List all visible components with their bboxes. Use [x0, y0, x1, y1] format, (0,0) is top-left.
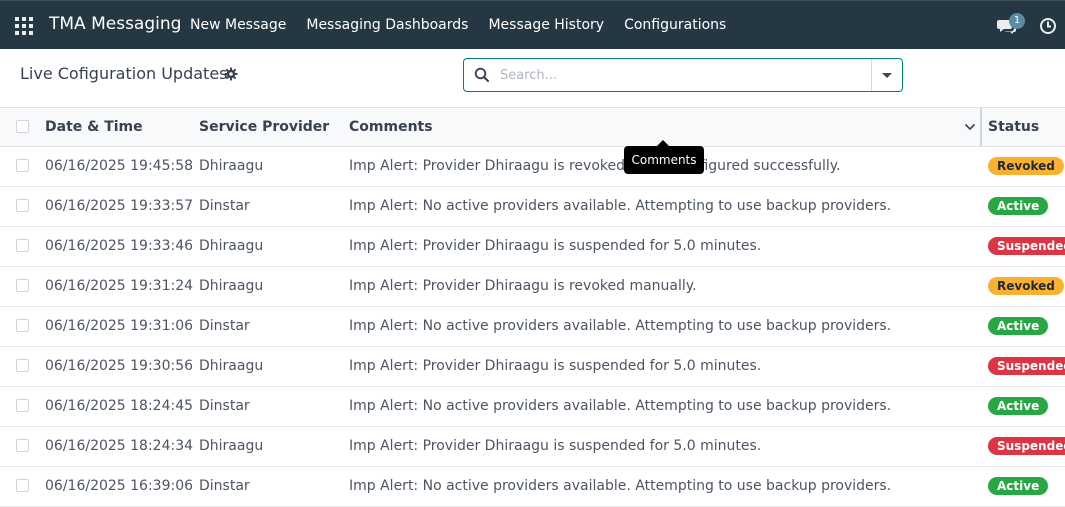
row-checkbox[interactable]: [16, 199, 29, 212]
row-checkbox[interactable]: [16, 439, 29, 452]
cell-comment: Imp Alert: Provider Dhiraagu is suspende…: [349, 238, 762, 254]
cell-date: 06/16/2025 18:24:34: [45, 438, 194, 454]
search-bar: [463, 58, 903, 92]
main-menu: New Message Messaging Dashboards Message…: [180, 1, 736, 50]
table-row[interactable]: 06/16/2025 18:24:45 Dinstar Imp Alert: No …: [0, 387, 1065, 427]
cell-status: Suspended: [988, 227, 1065, 265]
status-badge: Active: [988, 397, 1049, 415]
cell-provider: Dhiraagu: [199, 358, 264, 374]
cell-provider: Dhiraagu: [199, 278, 264, 294]
row-checkbox[interactable]: [16, 159, 29, 172]
cell-provider: Dhiraagu: [199, 238, 264, 254]
apps-grid-icon[interactable]: [15, 17, 33, 35]
column-header-status[interactable]: Status: [988, 108, 1039, 146]
column-header-date[interactable]: Date & Time: [45, 108, 143, 146]
cell-status: Revoked: [988, 267, 1064, 305]
cell-comment: Imp Alert: No active providers available…: [349, 398, 892, 414]
cell-status: Active: [988, 307, 1049, 345]
cell-status: Active: [988, 387, 1049, 425]
cell-comment: Imp Alert: No active providers available…: [349, 198, 892, 214]
cell-date: 06/16/2025 19:33:57: [45, 198, 194, 214]
status-badge: Suspended: [988, 357, 1065, 375]
row-checkbox[interactable]: [16, 479, 29, 492]
clock-icon[interactable]: [1039, 17, 1057, 35]
cell-date: 06/16/2025 19:31:06: [45, 318, 194, 334]
menu-new-message[interactable]: New Message: [180, 1, 296, 50]
row-checkbox[interactable]: [16, 239, 29, 252]
page-title: Live Cofiguration Updates: [20, 64, 228, 83]
select-all-checkbox[interactable]: [16, 120, 29, 133]
table-row[interactable]: 06/16/2025 18:24:34 Dhiraagu Imp Alert: Pr…: [0, 427, 1065, 467]
cell-provider: Dinstar: [199, 318, 250, 334]
cell-date: 06/16/2025 19:33:46: [45, 238, 194, 254]
status-badge: Suspended: [988, 237, 1065, 255]
row-checkbox[interactable]: [16, 279, 29, 292]
search-input[interactable]: [500, 64, 870, 86]
cell-provider: Dinstar: [199, 398, 250, 414]
top-navbar: TMA Messaging New Message Messaging Dash…: [0, 0, 1065, 49]
cell-date: 06/16/2025 19:45:58: [45, 158, 194, 174]
menu-messaging-dashboards[interactable]: Messaging Dashboards: [296, 1, 478, 50]
cell-status: Active: [988, 187, 1049, 225]
table-row[interactable]: 06/16/2025 19:31:06 Dinstar Imp Alert: No …: [0, 307, 1065, 347]
cell-status: Suspended: [988, 427, 1065, 465]
app-brand[interactable]: TMA Messaging: [49, 14, 181, 34]
table-body: 06/16/2025 19:45:58 Dhiraagu Imp Alert: Pr…: [0, 147, 1065, 507]
tooltip: Comments: [624, 140, 704, 174]
cell-date: 06/16/2025 18:24:45: [45, 398, 194, 414]
status-badge: Revoked: [988, 157, 1064, 175]
column-header-comments[interactable]: Comments: [349, 108, 433, 146]
status-badge: Active: [988, 197, 1049, 215]
cell-status: Suspended: [988, 347, 1065, 385]
status-badge: Suspended: [988, 437, 1065, 455]
cell-comment: Imp Alert: Provider Dhiraagu is suspende…: [349, 358, 762, 374]
cell-date: 06/16/2025 16:39:06: [45, 478, 194, 494]
search-icon: [474, 67, 489, 82]
table-row[interactable]: 06/16/2025 19:30:56 Dhiraagu Imp Alert: Pr…: [0, 347, 1065, 387]
chevron-down-icon[interactable]: [964, 122, 976, 132]
cell-comment: Imp Alert: No active providers available…: [349, 318, 892, 334]
list-view-table: Date & Time Service Provider Comments St…: [0, 107, 1065, 507]
column-header-provider[interactable]: Service Provider: [199, 108, 329, 146]
status-badge: Revoked: [988, 277, 1064, 295]
row-checkbox[interactable]: [16, 399, 29, 412]
cell-provider: Dinstar: [199, 478, 250, 494]
cell-provider: Dhiraagu: [199, 438, 264, 454]
status-badge: Active: [988, 317, 1049, 335]
row-checkbox[interactable]: [16, 359, 29, 372]
column-resize-handle[interactable]: [980, 108, 982, 146]
gear-icon[interactable]: [224, 67, 238, 81]
cell-provider: Dhiraagu: [199, 158, 264, 174]
table-row[interactable]: 06/16/2025 19:33:57 Dinstar Imp Alert: No …: [0, 187, 1065, 227]
table-row[interactable]: 06/16/2025 19:45:58 Dhiraagu Imp Alert: Pr…: [0, 147, 1065, 187]
cell-status: Revoked: [988, 147, 1064, 185]
cell-comment: Imp Alert: Provider Dhiraagu is revoked …: [349, 278, 697, 294]
cell-provider: Dinstar: [199, 198, 250, 214]
menu-configurations[interactable]: Configurations: [614, 1, 736, 50]
status-badge: Active: [988, 477, 1049, 495]
table-header: Date & Time Service Provider Comments St…: [0, 107, 1065, 147]
search-options-toggle[interactable]: [871, 59, 902, 91]
table-row[interactable]: 06/16/2025 16:39:06 Dinstar Imp Alert: No …: [0, 467, 1065, 507]
cell-comment: Imp Alert: Provider Dhiraagu is suspende…: [349, 438, 762, 454]
chat-counter-badge: 1: [1009, 13, 1025, 29]
cell-comment: Imp Alert: No active providers available…: [349, 478, 892, 494]
cell-status: Active: [988, 467, 1049, 505]
table-row[interactable]: 06/16/2025 19:33:46 Dhiraagu Imp Alert: Pr…: [0, 227, 1065, 267]
cell-date: 06/16/2025 19:31:24: [45, 278, 194, 294]
table-row[interactable]: 06/16/2025 19:31:24 Dhiraagu Imp Alert: Pr…: [0, 267, 1065, 307]
cell-comment: Imp Alert: Provider Dhiraagu is revoked …: [349, 158, 841, 174]
row-checkbox[interactable]: [16, 319, 29, 332]
menu-message-history[interactable]: Message History: [478, 1, 614, 50]
cell-date: 06/16/2025 19:30:56: [45, 358, 194, 374]
